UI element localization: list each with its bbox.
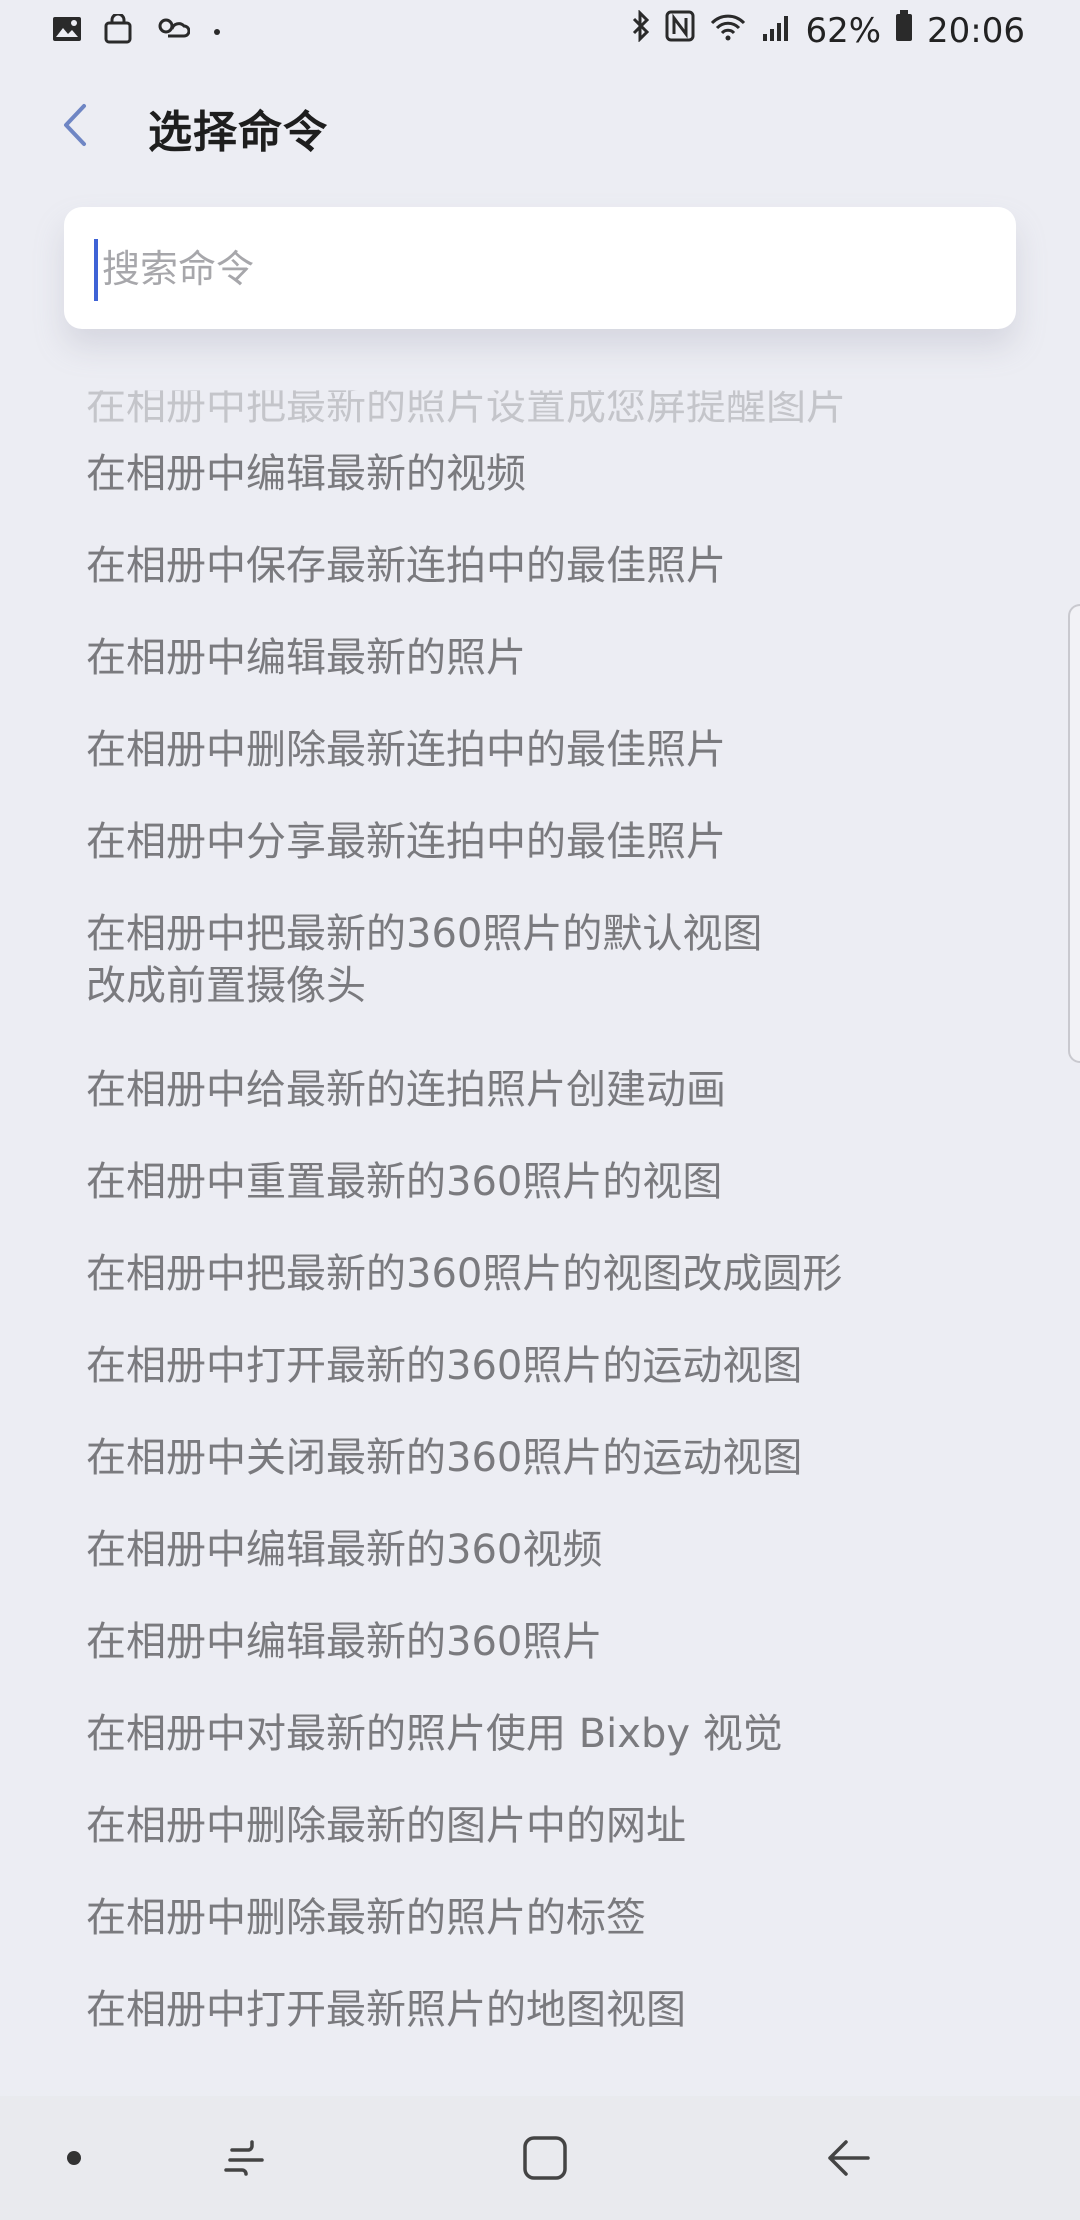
list-item[interactable]: 在相册中重置最新的360照片的视图: [0, 1156, 1080, 1248]
list-item-line1: 在相册中把最新的360照片的默认视图: [86, 911, 763, 957]
nfc-icon: [665, 10, 695, 51]
dot-icon: [67, 2151, 81, 2165]
list-item[interactable]: 在相册中打开最新的360照片的运动视图: [0, 1340, 1080, 1432]
list-item[interactable]: 在相册中关闭最新的360照片的运动视图: [0, 1432, 1080, 1524]
list-item-partial[interactable]: 在相册中把最新的照片设置成您屏提醒图片: [86, 390, 846, 431]
navigation-bar: [0, 2096, 1080, 2220]
clock: 20:06: [927, 10, 1025, 51]
signal-icon: [761, 11, 791, 51]
back-button[interactable]: [44, 94, 106, 156]
home-button[interactable]: [475, 2096, 615, 2220]
list-item-line2: 改成前置摄像头: [86, 963, 366, 1009]
text-cursor: [94, 239, 98, 301]
list-item[interactable]: 在相册中编辑最新的视频: [0, 448, 1080, 540]
search-input[interactable]: [100, 207, 984, 331]
app-header: 选择命令: [0, 62, 1080, 197]
list-item[interactable]: 在相册中编辑最新的360照片: [0, 1616, 1080, 1708]
nav-dot-button[interactable]: [4, 2096, 144, 2220]
list-item[interactable]: 在相册中打开最新照片的地图视图: [0, 1984, 1080, 2055]
list-item[interactable]: 在相册中给最新的连拍照片创建动画: [0, 1064, 1080, 1156]
list-item[interactable]: 在相册中对最新的照片使用 Bixby 视觉: [0, 1708, 1080, 1800]
scroll-handle[interactable]: [1068, 604, 1080, 1063]
weather-icon: [154, 14, 191, 48]
list-item[interactable]: 在相册中删除最新的图片中的网址: [0, 1800, 1080, 1892]
bag-icon: [104, 12, 132, 48]
chevron-left-icon: [64, 104, 86, 146]
command-list-area[interactable]: 在相册中把最新的照片设置成您屏提醒图片 在相册中编辑最新的视频 在相册中保存最新…: [0, 360, 1080, 2055]
command-list: 在相册中编辑最新的视频 在相册中保存最新连拍中的最佳照片 在相册中编辑最新的照片…: [0, 448, 1080, 2055]
recents-icon: [224, 2140, 264, 2176]
battery-icon: [895, 10, 913, 51]
list-item[interactable]: 在相册中删除最新的照片的标签: [0, 1892, 1080, 1984]
list-item[interactable]: 在相册中删除最新连拍中的最佳照片: [0, 724, 1080, 816]
home-icon: [523, 2136, 567, 2180]
dot-icon: [212, 22, 222, 41]
nav-back-button[interactable]: [778, 2096, 918, 2220]
recents-button[interactable]: [174, 2096, 314, 2220]
list-item[interactable]: 在相册中把最新的360照片的默认视图 改成前置摄像头: [0, 908, 1080, 1064]
status-left: [52, 12, 222, 48]
wifi-icon: [709, 11, 747, 51]
status-right: 62% 20:06: [631, 9, 1025, 51]
battery-percent: 62%: [805, 10, 882, 51]
list-item[interactable]: 在相册中分享最新连拍中的最佳照片: [0, 816, 1080, 908]
list-item[interactable]: 在相册中保存最新连拍中的最佳照片: [0, 540, 1080, 632]
list-item[interactable]: 在相册中编辑最新的照片: [0, 632, 1080, 724]
image-icon: [52, 16, 82, 46]
back-arrow-icon: [828, 2140, 870, 2176]
status-bar: 62% 20:06: [0, 0, 1080, 62]
bluetooth-icon: [631, 9, 651, 51]
list-item[interactable]: 在相册中把最新的360照片的视图改成圆形: [0, 1248, 1080, 1340]
list-item[interactable]: 在相册中编辑最新的360视频: [0, 1524, 1080, 1616]
page-title: 选择命令: [148, 107, 328, 158]
search-box[interactable]: [64, 207, 1016, 331]
